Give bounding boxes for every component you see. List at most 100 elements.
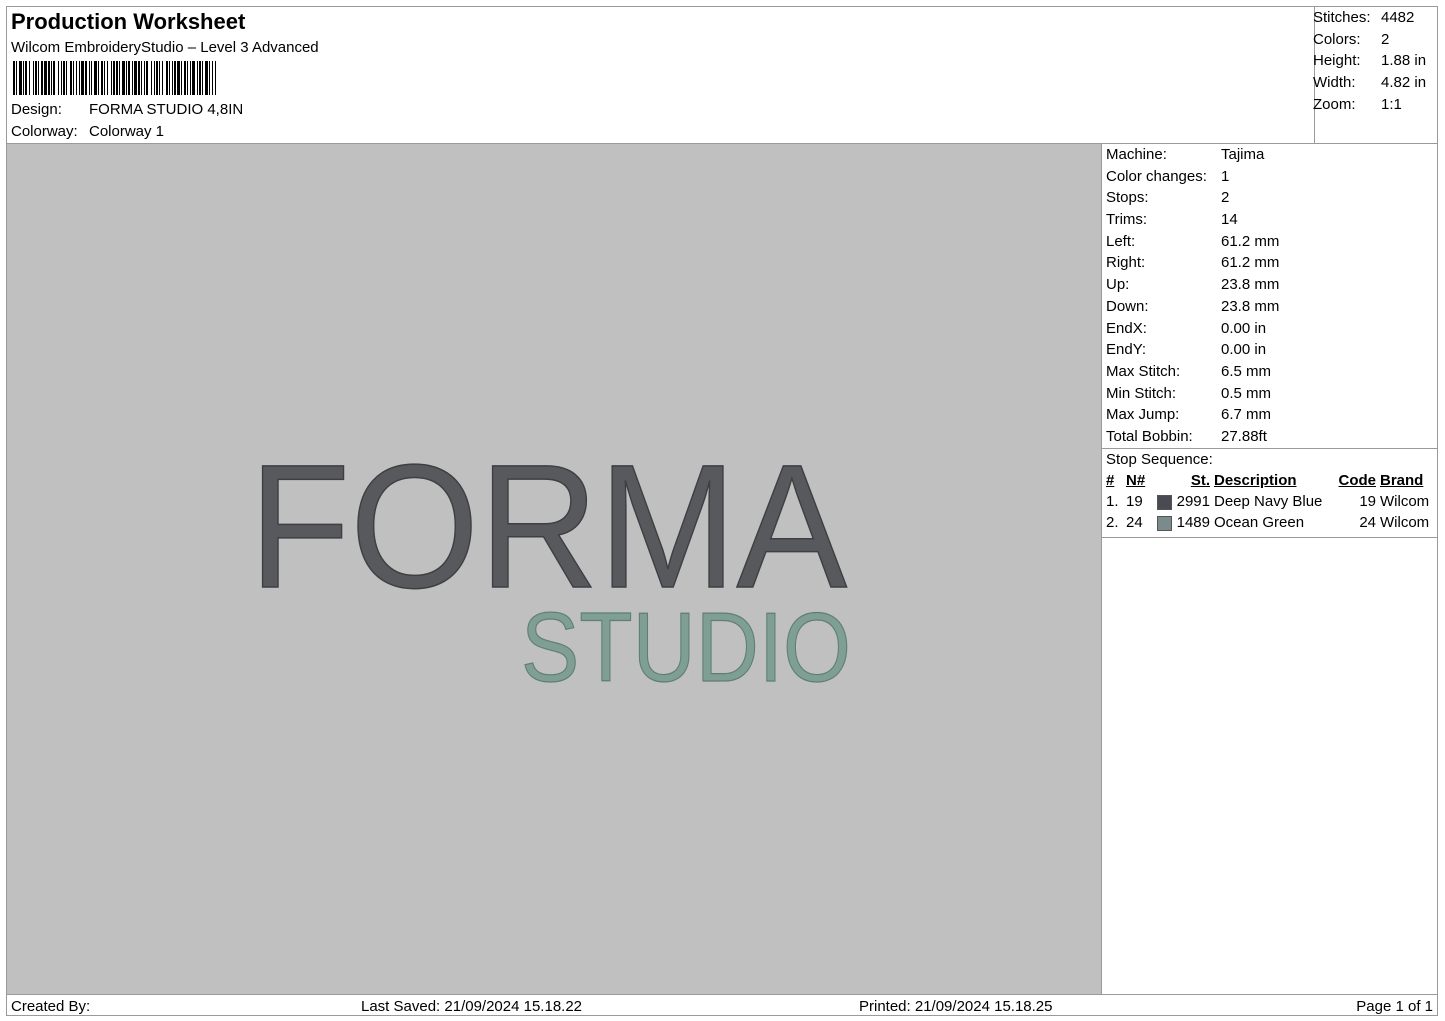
colorway-value: Colorway 1 (89, 123, 165, 140)
info-row: Max Stitch: 6.5 mm (1102, 361, 1438, 383)
info-value: 0.5 mm (1221, 384, 1272, 402)
info-value: 23.8 mm (1221, 297, 1280, 315)
stat-value: 1.88 in (1381, 52, 1427, 70)
stat-row: Zoom: 1:1 (1313, 94, 1433, 116)
info-row: Stops: 2 (1102, 187, 1438, 209)
stat-row: Height: 1.88 in (1313, 50, 1433, 72)
stat-value: 4.82 in (1381, 74, 1427, 92)
stat-label: Stitches: (1313, 9, 1371, 26)
table-row: 2. 24 1489 Ocean Green 24 Wilcom (1102, 512, 1438, 533)
stat-row: Colors: 2 (1313, 29, 1433, 51)
info-value: 1 (1221, 167, 1230, 185)
info-label: EndY: (1106, 341, 1147, 359)
info-value: Tajima (1221, 146, 1265, 163)
design-value: FORMA STUDIO 4,8IN (89, 101, 244, 118)
barcode (13, 61, 216, 95)
color-swatch (1157, 515, 1173, 531)
last-saved: Last Saved: 21/09/2024 15.18.22 (361, 998, 583, 1015)
info-value: 61.2 mm (1221, 254, 1280, 272)
info-row: Max Jump: 6.7 mm (1102, 404, 1438, 426)
info-value: 23.8 mm (1221, 276, 1280, 294)
stat-label: Width: (1313, 74, 1356, 92)
stat-label: Colors: (1313, 30, 1361, 48)
col-description: Description (1214, 472, 1297, 490)
info-label: Stops: (1106, 189, 1149, 207)
stop-sequence-table: # N# St. Description Code Brand 1. 19 29… (1102, 470, 1438, 533)
design-preview: FORMA STUDIO (7, 144, 1101, 994)
info-label: Max Jump: (1106, 406, 1180, 424)
colorway-label: Colorway: (11, 123, 78, 140)
row-description: Deep Navy Blue (1214, 493, 1323, 511)
info-row: Right: 61.2 mm (1102, 252, 1438, 274)
stat-label: Zoom: (1313, 95, 1356, 113)
info-label: Left: (1106, 232, 1136, 250)
info-row: EndY: 0.00 in (1102, 339, 1438, 361)
info-row: Machine: Tajima (1102, 144, 1438, 166)
info-label: Color changes: (1106, 167, 1207, 185)
row-stitches-cell: 1489 (1152, 512, 1214, 533)
color-swatch (1157, 494, 1173, 510)
info-value: 6.5 mm (1221, 362, 1272, 380)
footer: Created By: Last Saved: 21/09/2024 15.18… (7, 994, 1437, 1016)
info-row: EndX: 0.00 in (1102, 318, 1438, 340)
design-text-studio: STUDIO (521, 592, 851, 702)
table-row: 1. 19 2991 Deep Navy Blue 19 Wilcom (1102, 491, 1438, 512)
worksheet: Production Worksheet Wilcom EmbroiderySt… (6, 6, 1438, 1016)
stat-row: Width: 4.82 in (1313, 72, 1433, 94)
stat-row: Stitches: 4482 (1313, 7, 1433, 29)
info-value: 14 (1221, 211, 1238, 229)
row-needle: 24 (1126, 514, 1143, 532)
row-needle: 19 (1126, 493, 1143, 511)
design-label: Design: (11, 101, 62, 118)
col-needle: N# (1126, 472, 1146, 490)
info-label: Down: (1106, 297, 1149, 315)
machine-panel: Machine: Tajima Color changes: 1 Stops: 2 T… (1101, 144, 1438, 994)
info-label: Right: (1106, 254, 1146, 272)
design-stats: Stitches: 4482 Colors: 2 Height: 1.88 in Wi… (1313, 7, 1433, 115)
col-brand: Brand (1380, 472, 1424, 490)
info-label: Machine: (1106, 146, 1167, 163)
row-description: Ocean Green (1214, 514, 1305, 532)
machine-info: Machine: Tajima Color changes: 1 Stops: 2 T… (1102, 144, 1438, 448)
info-label: Min Stitch: (1106, 384, 1177, 402)
info-label: Total Bobbin: (1106, 427, 1193, 445)
info-row: Left: 61.2 mm (1102, 231, 1438, 253)
created-by: Created By: (11, 998, 91, 1015)
info-value: 27.88ft (1221, 427, 1267, 445)
info-value: 6.7 mm (1221, 406, 1272, 424)
row-code: 19 (1359, 493, 1376, 511)
info-row: Total Bobbin: 27.88ft (1102, 426, 1438, 448)
row-brand: Wilcom (1380, 493, 1430, 511)
info-row: Min Stitch: 0.5 mm (1102, 383, 1438, 405)
info-label: Trims: (1106, 211, 1148, 229)
info-value: 2 (1221, 189, 1230, 207)
header: Production Worksheet Wilcom EmbroiderySt… (7, 7, 1315, 143)
col-code: Code (1338, 472, 1377, 490)
row-stitches: 2991 (1176, 493, 1210, 511)
page-number: Page 1 of 1 (1356, 998, 1433, 1015)
info-label: Up: (1106, 276, 1130, 294)
info-row: Trims: 14 (1102, 209, 1438, 231)
row-index: 1. (1106, 493, 1119, 511)
stat-value: 2 (1381, 30, 1390, 48)
embroidery-artwork: FORMA STUDIO (248, 428, 851, 702)
row-stitches: 1489 (1176, 514, 1210, 532)
stop-table-header: # N# St. Description Code Brand (1102, 470, 1438, 491)
info-label: EndX: (1106, 319, 1147, 337)
stop-table-divider (1102, 533, 1438, 539)
info-value: 61.2 mm (1221, 232, 1280, 250)
software-name: Wilcom EmbroideryStudio – Level 3 Advanc… (11, 39, 319, 56)
page-title: Production Worksheet (11, 9, 246, 34)
printed-date: Printed: 21/09/2024 15.18.25 (859, 998, 1053, 1015)
info-row: Color changes: 1 (1102, 166, 1438, 188)
info-row: Up: 23.8 mm (1102, 274, 1438, 296)
info-row: Down: 23.8 mm (1102, 296, 1438, 318)
row-code: 24 (1359, 514, 1376, 532)
stat-value: 4482 (1381, 9, 1415, 26)
info-value: 0.00 in (1221, 341, 1267, 359)
info-label: Max Stitch: (1106, 362, 1181, 380)
row-brand: Wilcom (1380, 514, 1430, 532)
colorway-row: Colorway: Colorway 1 (11, 123, 164, 140)
stat-label: Height: (1313, 52, 1361, 70)
info-value: 0.00 in (1221, 319, 1267, 337)
